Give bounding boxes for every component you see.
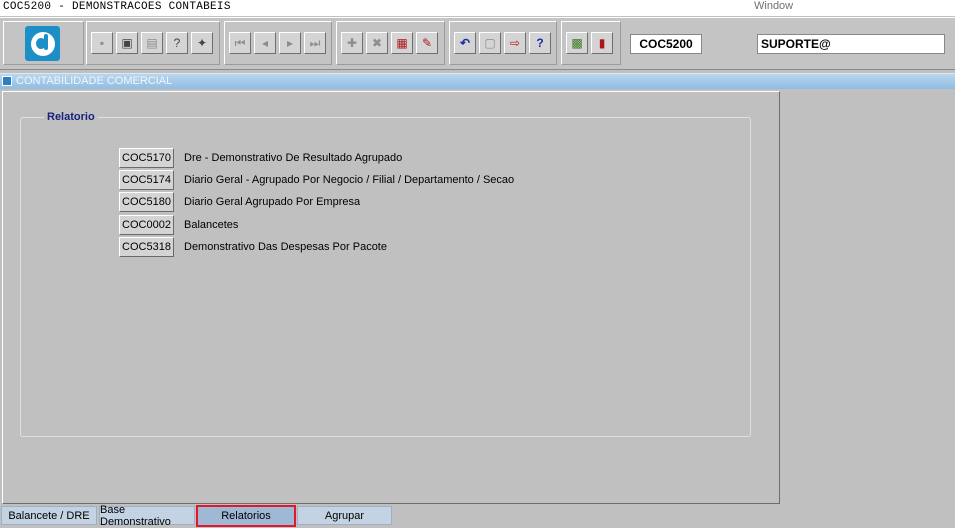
execute-query-icon[interactable]: ✦ bbox=[191, 32, 213, 54]
tab-base-demonstrativo[interactable]: Base Demonstrativo bbox=[99, 504, 195, 528]
exit-icon[interactable]: ▮ bbox=[591, 32, 613, 54]
report-row: COC5170 Dre - Demonstrativo De Resultado… bbox=[119, 148, 619, 168]
tab-agrupar[interactable]: Agrupar bbox=[297, 506, 392, 525]
help-icon[interactable]: ? bbox=[529, 32, 551, 54]
logo-d-icon bbox=[30, 31, 55, 56]
report-button-coc0002[interactable]: COC0002 bbox=[119, 215, 174, 235]
form-window-icon bbox=[2, 76, 12, 86]
window-header-title: CONTABILIDADE COMERCIAL bbox=[16, 75, 173, 87]
next-record-icon[interactable]: ▸ bbox=[279, 32, 301, 54]
last-record-icon[interactable]: ⏭ bbox=[304, 32, 326, 54]
app-logo bbox=[25, 26, 60, 61]
undo-icon[interactable]: ↶ bbox=[454, 32, 476, 54]
title-bar: COC5200 - DEMONSTRACOES CONTABEIS Window bbox=[0, 0, 955, 16]
main-canvas: Relatorio COC5170 Dre - Demonstrativo De… bbox=[2, 91, 780, 504]
form-code-field: COC5200 bbox=[630, 34, 702, 54]
window-icon[interactable]: ▣ bbox=[116, 32, 138, 54]
relatorio-frame-title: Relatorio bbox=[44, 111, 98, 123]
delete-record-icon[interactable]: ✖ bbox=[366, 32, 388, 54]
report-row: COC0002 Balancetes bbox=[119, 215, 619, 235]
calculator-icon[interactable]: ▢ bbox=[479, 32, 501, 54]
report-button-coc5170[interactable]: COC5170 bbox=[119, 148, 174, 168]
report-row: COC5318 Demonstrativo Das Despesas Por P… bbox=[119, 237, 619, 257]
help-query-icon[interactable]: ? bbox=[166, 32, 188, 54]
prev-record-icon[interactable]: ◂ bbox=[254, 32, 276, 54]
report-button-coc5174[interactable]: COC5174 bbox=[119, 170, 174, 190]
report-button-coc5318[interactable]: COC5318 bbox=[119, 237, 174, 257]
window-title: COC5200 - DEMONSTRACOES CONTABEIS bbox=[3, 1, 231, 13]
first-record-icon[interactable]: ⏮ bbox=[229, 32, 251, 54]
window-header: CONTABILIDADE COMERCIAL bbox=[0, 73, 955, 89]
report-label: Demonstrativo Das Despesas Por Pacote bbox=[184, 241, 387, 253]
save-icon[interactable]: ▪ bbox=[91, 32, 113, 54]
export-icon[interactable]: ⇨ bbox=[504, 32, 526, 54]
insert-record-icon[interactable]: ✚ bbox=[341, 32, 363, 54]
tab-balancete-dre[interactable]: Balancete / DRE bbox=[1, 506, 97, 525]
report-icon[interactable]: ▩ bbox=[566, 32, 588, 54]
tab-bar: Balancete / DRE Base Demonstrativo Relat… bbox=[0, 504, 955, 528]
tab-relatorios[interactable]: Relatorios bbox=[196, 505, 296, 527]
report-button-coc5180[interactable]: COC5180 bbox=[119, 192, 174, 212]
report-label: Dre - Demonstrativo De Resultado Agrupad… bbox=[184, 152, 403, 164]
report-label: Diario Geral Agrupado Por Empresa bbox=[184, 196, 361, 208]
report-row: COC5174 Diario Geral - Agrupado Por Nego… bbox=[119, 170, 619, 190]
report-label: Balancetes bbox=[184, 219, 239, 231]
edit-icon[interactable]: ✎ bbox=[416, 32, 438, 54]
user-field: SUPORTE@ bbox=[757, 34, 945, 54]
report-label: Diario Geral - Agrupado Por Negocio / Fi… bbox=[184, 174, 515, 186]
report-row: COC5180 Diario Geral Agrupado Por Empres… bbox=[119, 192, 619, 212]
clear-record-icon[interactable]: ▦ bbox=[391, 32, 413, 54]
print-icon[interactable]: ▤ bbox=[141, 32, 163, 54]
menu-window[interactable]: Window bbox=[754, 0, 793, 12]
